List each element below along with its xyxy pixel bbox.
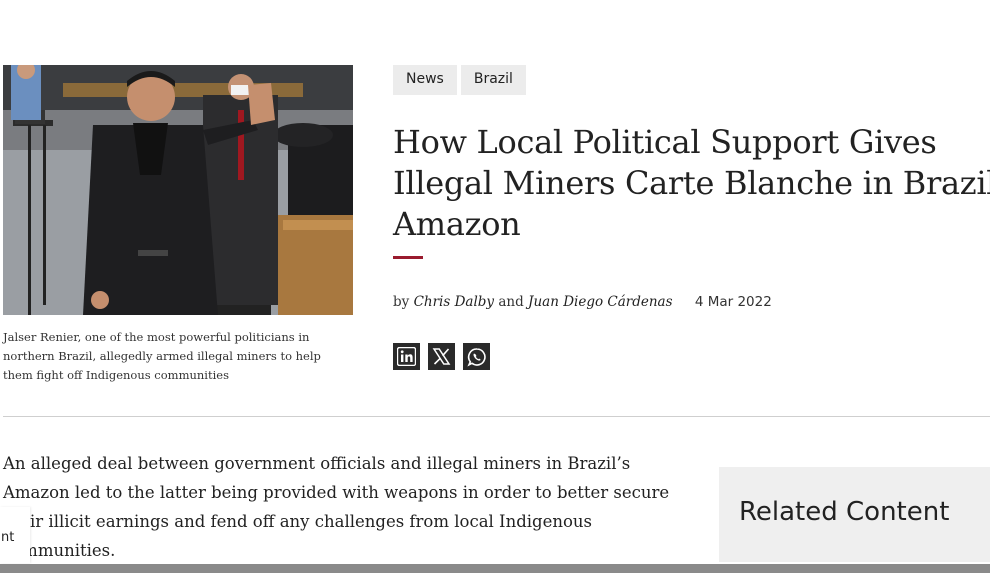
image-caption: Jalser Renier, one of the most powerful … bbox=[3, 330, 321, 382]
tag-brazil[interactable]: Brazil bbox=[460, 65, 526, 95]
share-x-button[interactable] bbox=[428, 343, 455, 370]
floating-side-tab[interactable]: nt bbox=[0, 507, 30, 563]
share-linkedin-button[interactable] bbox=[393, 343, 420, 370]
headline-line: Illegal Miners Carte Blanche in Brazil’s bbox=[393, 164, 990, 202]
hero-photo-illustration bbox=[3, 65, 353, 315]
body-line: their illicit earnings and fend off any … bbox=[3, 512, 593, 531]
bottom-scroll-bar[interactable] bbox=[0, 564, 990, 573]
linkedin-icon bbox=[397, 347, 416, 366]
tag-news[interactable]: News bbox=[393, 65, 457, 95]
headline-line: How Local Political Support Gives bbox=[393, 123, 937, 161]
byline: by Chris Dalby and Juan Diego Cárdenas 4… bbox=[393, 294, 772, 310]
article-hero-image bbox=[3, 65, 353, 315]
headline-line: Amazon bbox=[393, 205, 521, 243]
whatsapp-icon bbox=[466, 347, 486, 366]
byline-prefix: by bbox=[393, 294, 410, 310]
headline-accent-rule bbox=[393, 256, 423, 259]
related-content-title: Related Content bbox=[739, 497, 950, 527]
x-twitter-icon bbox=[432, 348, 451, 365]
section-divider bbox=[3, 416, 990, 417]
share-buttons bbox=[393, 343, 490, 370]
byline-conjunction: and bbox=[498, 294, 524, 310]
author-link-1[interactable]: Chris Dalby bbox=[414, 294, 494, 310]
article-headline: How Local Political Support Gives Illega… bbox=[393, 122, 990, 245]
side-tab-label: nt bbox=[1, 530, 15, 545]
article-tags: News Brazil bbox=[393, 65, 526, 95]
publish-date: 4 Mar 2022 bbox=[694, 294, 772, 310]
body-line: An alleged deal between government offic… bbox=[3, 454, 631, 473]
share-whatsapp-button[interactable] bbox=[463, 343, 490, 370]
body-line: Amazon led to the latter being provided … bbox=[3, 483, 670, 502]
author-link-2[interactable]: Juan Diego Cárdenas bbox=[528, 294, 672, 310]
related-content-panel: Related Content bbox=[719, 467, 990, 562]
article-body-paragraph: An alleged deal between government offic… bbox=[3, 449, 683, 565]
